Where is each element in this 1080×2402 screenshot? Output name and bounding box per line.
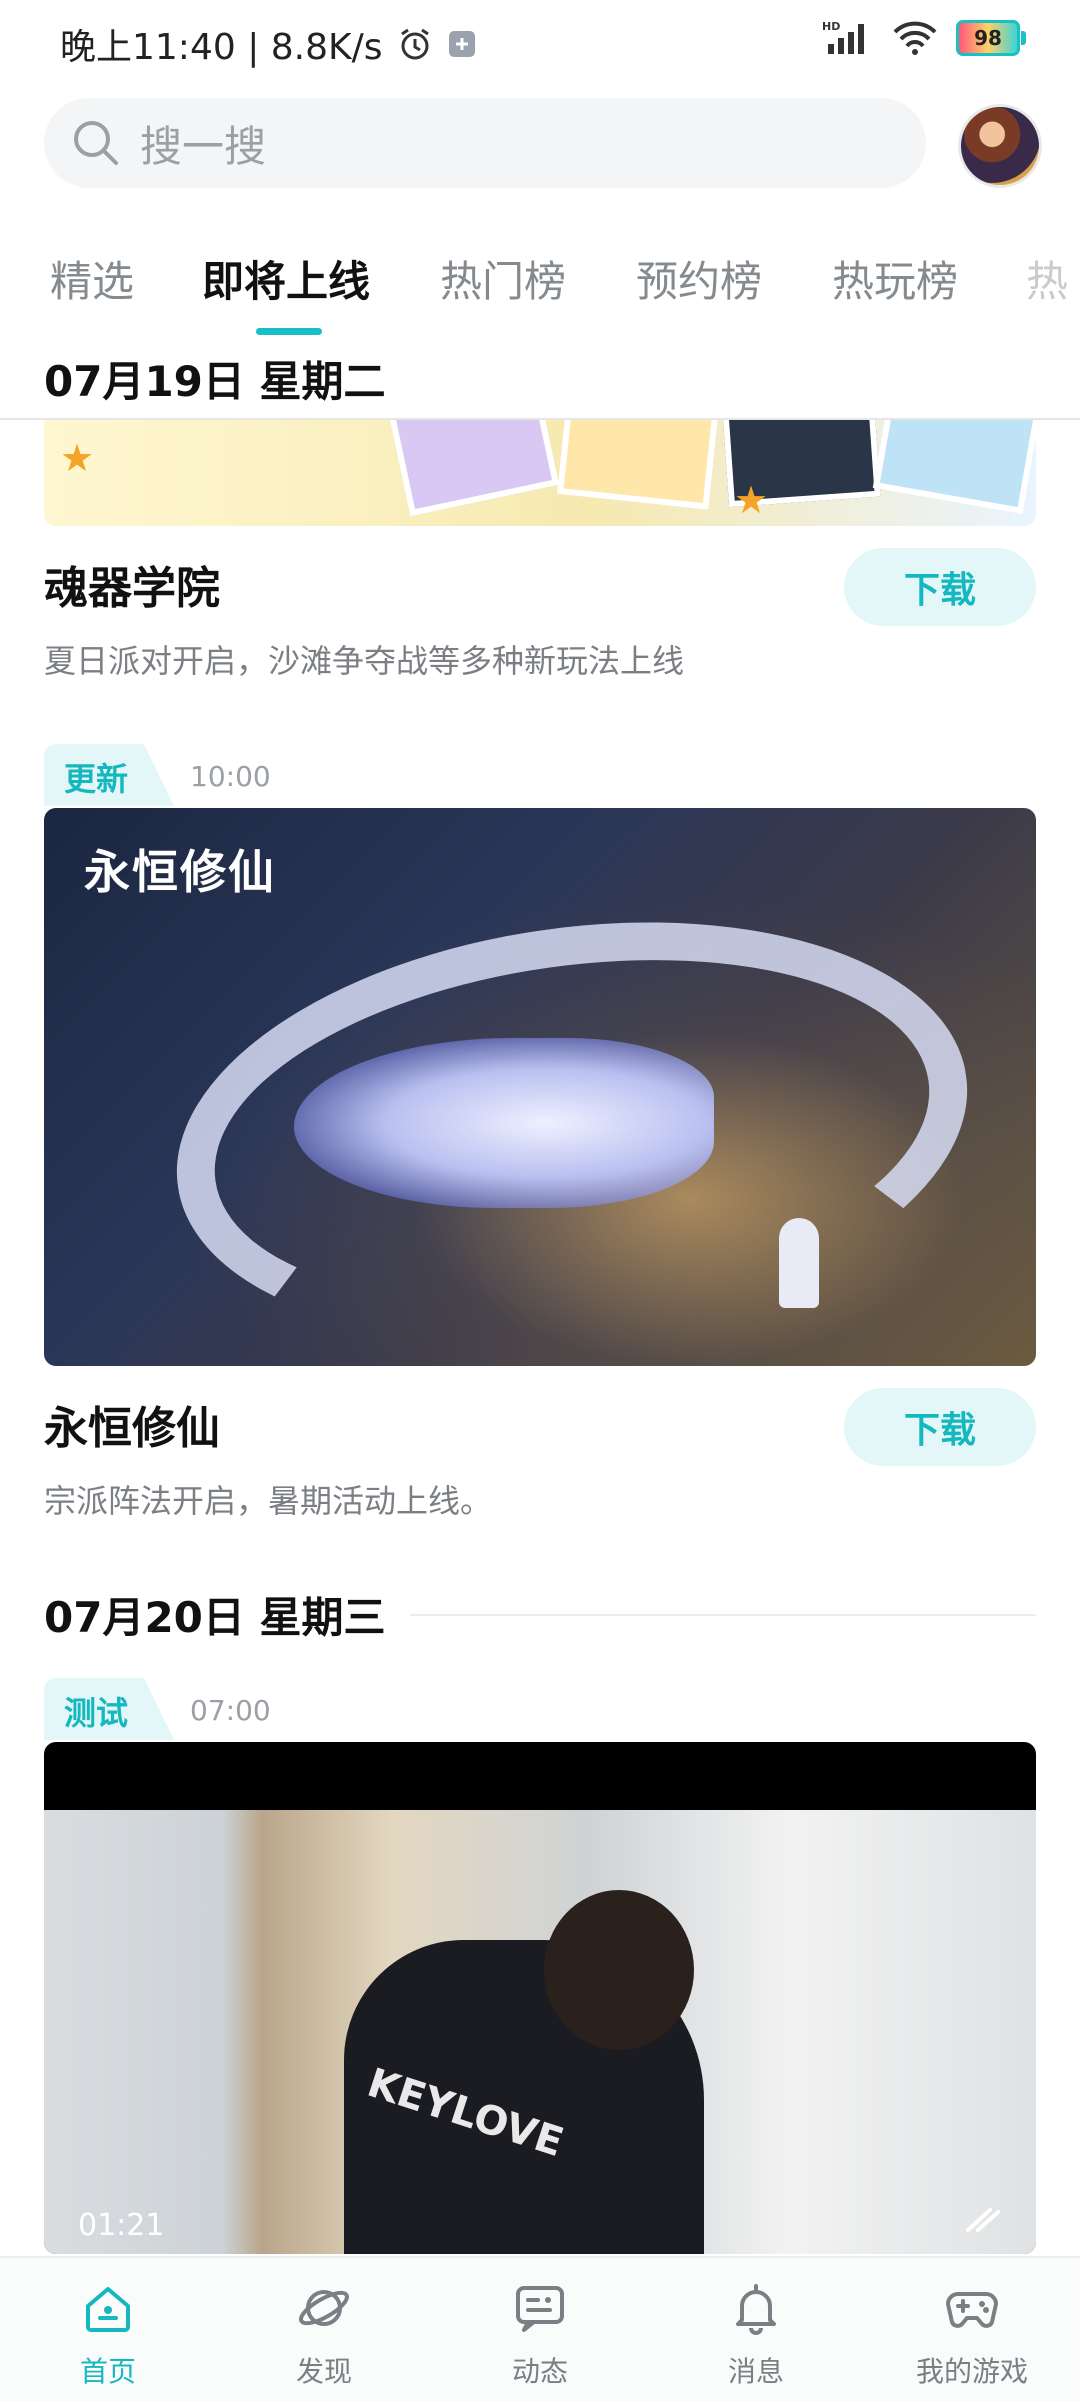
game-title[interactable]: 永恒修仙 [44,1392,220,1456]
dragon-head-illustration [294,1038,714,1208]
tab-hot-chart[interactable]: 热门榜 [440,248,566,309]
svg-text:HD: HD [822,20,840,33]
status-right: HD 98 [822,20,1026,56]
bottom-navigation: 首页 发现 动态 消息 我的游戏 [0,2256,1080,2402]
feed-icon [516,2286,564,2332]
search-bar[interactable]: 搜一搜 [44,98,926,188]
video-player[interactable]: KEYLOVE 01:21 [44,1742,1036,2254]
nav-label: 发现 [295,2355,352,2388]
nav-messages[interactable]: 消息 [648,2258,864,2402]
test-tag: 测试 [44,1678,174,1740]
tag-label: 更新 [64,760,129,798]
game-banner-image[interactable]: 永恒修仙 [44,808,1036,1366]
status-bar: 晚上11:40 | 8.8K/s HD 98 [0,0,1080,82]
card-art [380,420,560,517]
nav-my-games[interactable]: 我的游戏 [864,2258,1080,2402]
date-divider [409,1613,1036,1616]
video-duration: 01:21 [78,2208,165,2243]
status-time: 晚上11:40 | 8.8K/s [60,27,383,68]
nav-discover[interactable]: 发现 [216,2258,432,2402]
mute-icon[interactable] [964,2206,1004,2236]
alarm-icon [400,28,429,60]
tab-upcoming[interactable]: 即将上线 [202,248,370,309]
wifi-icon [893,21,937,55]
status-left: 晚上11:40 | 8.8K/s [60,18,477,70]
game-banner-image[interactable]: ★ ★ [44,420,1036,526]
character-figure [779,1218,819,1308]
release-time: 10:00 [190,760,271,793]
update-tag: 更新 [44,744,174,806]
tab-hot-play-chart[interactable]: 热玩榜 [832,248,958,309]
nav-label: 消息 [727,2355,784,2388]
date-header: 07月19日 星期二 [44,357,386,406]
battery-icon: 98 [956,20,1026,56]
starfish-decoration: ★ [734,478,769,522]
release-time: 07:00 [190,1694,271,1727]
game-logo: 永恒修仙 [84,845,276,899]
person-head [544,1890,694,2050]
nav-label: 我的游戏 [915,2355,1028,2388]
tab-reservation-chart[interactable]: 预约榜 [636,248,762,309]
battery-level: 98 [974,26,1002,50]
video-frame: KEYLOVE [44,1810,1036,2254]
signal-icon: HD [822,20,864,54]
search-placeholder: 搜一搜 [140,121,267,171]
game-title[interactable]: 魂器学院 [44,552,220,616]
nav-label: 动态 [511,2355,568,2388]
download-button[interactable]: 下载 [844,1388,1036,1466]
card-art [872,420,1036,515]
tab-featured[interactable]: 精选 [50,248,134,309]
card-art [556,420,724,510]
nav-label: 首页 [79,2355,136,2388]
search-icon [74,121,118,165]
active-tab-indicator [256,328,322,335]
tag-label: 测试 [64,1694,129,1732]
nav-home[interactable]: 首页 [0,2258,216,2402]
gamepad-icon [946,2292,998,2328]
planet-icon [299,2290,349,2326]
starfish-decoration: ★ [60,436,95,480]
game-description: 宗派阵法开启，暑期活动上线。 [44,1482,493,1520]
date-header: 07月20日 星期三 [44,1593,386,1642]
game-description: 夏日派对开启，沙滩争夺战等多种新玩法上线 [44,642,685,680]
app-notification-icon [448,31,475,57]
nav-feed[interactable]: 动态 [432,2258,648,2402]
home-icon [86,2287,130,2332]
bell-icon [736,2284,776,2335]
download-button[interactable]: 下载 [844,548,1036,626]
category-tabs: 精选 即将上线 热门榜 预约榜 热玩榜 热 [0,248,1080,338]
date-section-header: 07月20日 星期三 [44,1584,1036,1645]
avatar[interactable] [958,104,1042,188]
tab-more[interactable]: 热 [1026,248,1068,309]
